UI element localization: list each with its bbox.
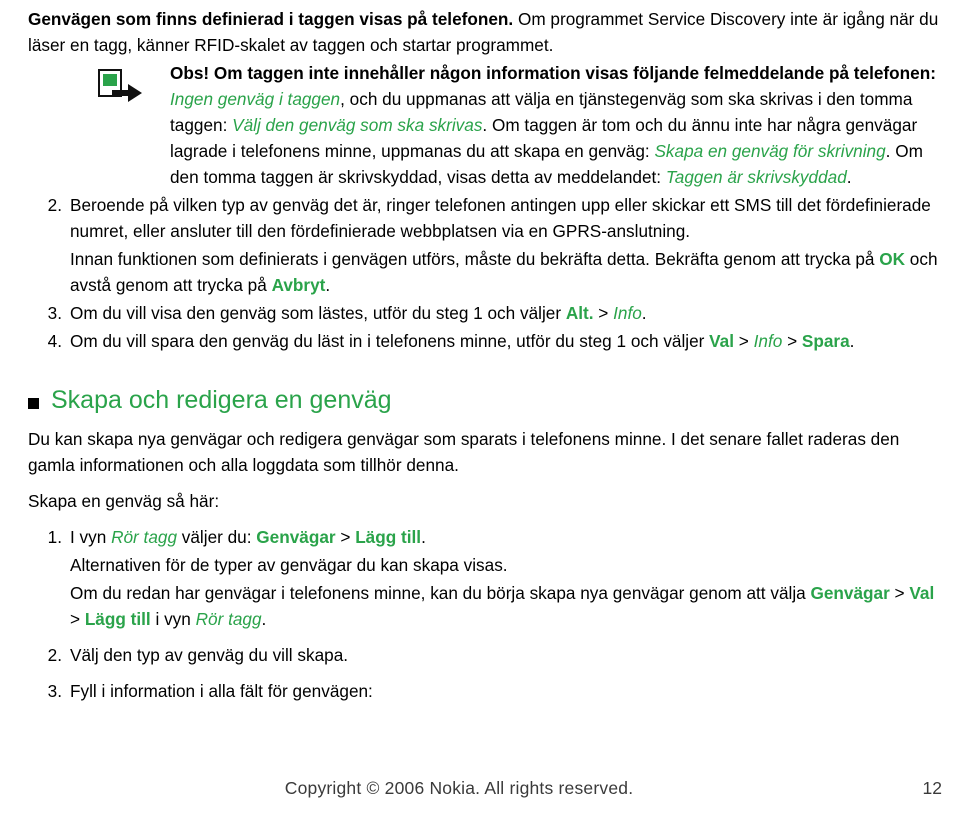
step-2-text: Beroende på vilken typ av genväg det är,… — [70, 195, 931, 241]
section-step-1-sub-b: Om du redan har genvägar i telefonens mi… — [70, 580, 946, 632]
footer-copyright: Copyright © 2006 Nokia. All rights reser… — [284, 778, 634, 798]
note-paragraph: Obs! Om taggen inte innehåller någon inf… — [170, 60, 946, 190]
section-step-1-text-2: väljer du: — [177, 527, 257, 547]
section-paragraph-1: Du kan skapa nya genvägar och redigera g… — [28, 429, 900, 475]
sub-b-bold-val: Val — [909, 583, 935, 603]
sub-b-text-1: Om du redan har genvägar i telefonens mi… — [70, 583, 811, 603]
section-step-3-text: Fyll i information i alla fält för genvä… — [70, 681, 373, 701]
section-step-3-number: 3. — [47, 681, 62, 701]
step-3-number: 3. — [47, 303, 62, 323]
note-text-5: . — [846, 167, 852, 187]
footer-page-number: 12 — [922, 778, 942, 798]
note-label: Obs! — [170, 63, 210, 83]
step-4-text-4: . — [849, 331, 855, 351]
step-4-number: 4. — [47, 331, 62, 351]
sub-b-text-5: . — [261, 609, 267, 629]
section-step-1-text-4: . — [421, 527, 426, 547]
section-step-1-sub-a: Alternativen för de typer av genvägar du… — [70, 555, 508, 575]
section-step-1-bold-laggtill: Lägg till — [355, 527, 422, 547]
section-step-1-bold-genvagar: Genvägar — [256, 527, 336, 547]
sub-b-text-2: > — [889, 583, 910, 603]
note-emphasis-1: Ingen genväg i taggen — [170, 89, 341, 109]
step-4-emphasis-info: Info — [753, 331, 783, 351]
section-step-1-text-1: I vyn — [70, 527, 112, 547]
document-page: Genvägen som finns definierad i taggen v… — [0, 0, 960, 819]
step-4-text-2: > — [734, 331, 754, 351]
step-3-emphasis-info: Info — [613, 303, 642, 323]
page-content: Genvägen som finns definierad i taggen v… — [28, 0, 946, 704]
section-step-1-number: 1. — [47, 527, 62, 547]
step-4-bold-val: Val — [709, 331, 735, 351]
sub-b-bold-laggtill: Lägg till — [84, 609, 151, 629]
step-2-sub-text-1: Innan funktionen som definierats i genvä… — [70, 249, 880, 269]
note-hand-icon — [98, 68, 144, 108]
step-2-sub-bold-cancel: Avbryt — [271, 275, 326, 295]
step-3-text: Om du vill visa den genväg som lästes, u… — [70, 300, 946, 326]
section-heading: Skapa och redigera en genväg — [28, 384, 946, 416]
list-item-section-step-2: 2. Välj den typ av genväg du vill skapa. — [28, 642, 946, 668]
section-step-2-number: 2. — [47, 645, 62, 665]
step-3-text-3: . — [641, 303, 647, 323]
step-4-text-3: > — [782, 331, 802, 351]
section-step-2-text: Välj den typ av genväg du vill skapa. — [70, 645, 349, 665]
sub-b-bold-genvagar: Genvägar — [810, 583, 890, 603]
note-text-1: Om taggen inte innehåller någon informat… — [209, 63, 936, 83]
step-3-bold-alt: Alt. — [565, 303, 594, 323]
sub-b-text-4: i vyn — [150, 609, 196, 629]
note-emphasis-4: Taggen är skrivskyddad — [665, 167, 847, 187]
step-3-text-1: Om du vill visa den genväg som lästes, u… — [70, 303, 566, 323]
note-emphasis-3: Skapa en genväg för skrivning — [654, 141, 886, 161]
section-step-1-text-3: > — [335, 527, 356, 547]
list-item-step-2: 2. Beroende på vilken typ av genväg det … — [28, 192, 946, 298]
section-heading-text: Skapa och redigera en genväg — [51, 386, 392, 414]
step-2-sub-text-3: . — [325, 275, 331, 295]
step-2-number: 2. — [47, 195, 62, 215]
step-4-text-1: Om du vill spara den genväg du läst in i… — [70, 331, 710, 351]
page-footer: Copyright © 2006 Nokia. All rights reser… — [0, 778, 960, 818]
step-4-text: Om du vill spara den genväg du läst in i… — [70, 328, 946, 354]
intro-paragraph: Genvägen som finns definierad i taggen v… — [28, 6, 946, 58]
step-4-bold-spara: Spara — [801, 331, 850, 351]
list-item-section-step-1: 1. I vyn Rör tagg väljer du: Genvägar > … — [28, 524, 946, 632]
bullet-square-icon — [28, 397, 39, 409]
intro-text-bold: Genvägen som finns definierad i taggen v… — [28, 9, 518, 29]
sub-b-text-3: > — [70, 609, 85, 629]
step-2-sub-bold-ok: OK — [879, 249, 906, 269]
note-emphasis-2: Välj den genväg som ska skrivas — [232, 115, 483, 135]
list-item-step-3: 3. Om du vill visa den genväg som lästes… — [28, 300, 946, 326]
sub-b-emphasis-rortagg: Rör tagg — [195, 609, 262, 629]
list-item-section-step-3: 3. Fyll i information i alla fält för ge… — [28, 678, 946, 704]
note-block: Obs! Om taggen inte innehåller någon inf… — [28, 60, 946, 190]
step-3-text-2: > — [593, 303, 614, 323]
section-paragraph-2: Skapa en genväg så här: — [28, 491, 220, 511]
list-item-step-4: 4. Om du vill spara den genväg du läst i… — [28, 328, 946, 354]
section-step-1-emphasis-tagg: Rör tagg — [111, 527, 177, 547]
step-2-subparagraph: Innan funktionen som definierats i genvä… — [70, 246, 946, 298]
section-step-1-text: I vyn Rör tagg väljer du: Genvägar > Läg… — [70, 524, 946, 550]
